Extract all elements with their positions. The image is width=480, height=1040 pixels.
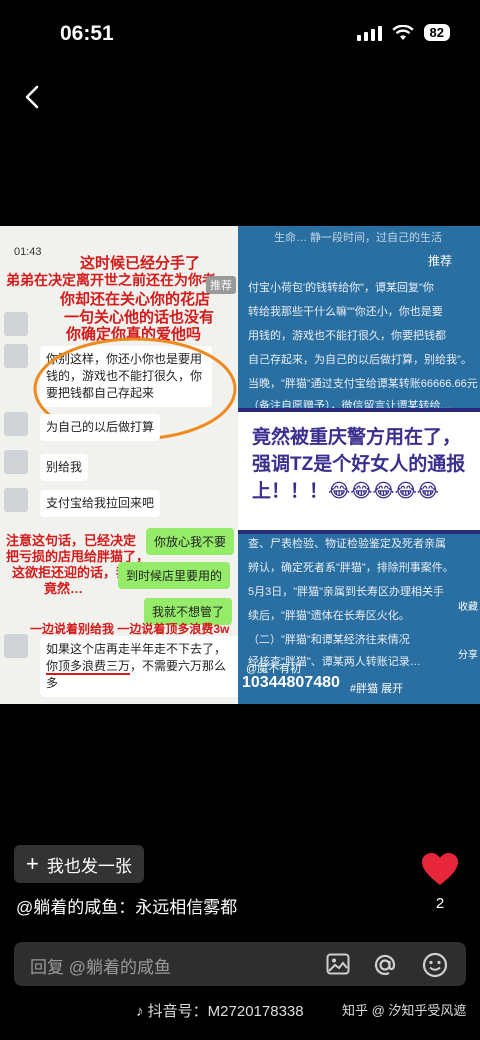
chat-message: 支付宝给我拉回来吧	[40, 490, 161, 517]
side-share-label: 分享	[458, 650, 478, 661]
status-bar: 06:51 82	[0, 0, 480, 70]
wifi-icon	[391, 24, 414, 40]
notice-line: 辨认，确定死者系"胖猫"，排除刑事案件。	[248, 562, 454, 574]
avatar	[4, 488, 28, 512]
notice-line: 转给我那些干什么嘛""你还小，你也是要	[248, 306, 443, 318]
image-icon[interactable]	[326, 953, 350, 975]
post-caption: @躺着的咸鱼：永远相信雾都	[16, 898, 238, 917]
hashtag: #胖猫 展开	[350, 683, 404, 695]
notice-line: 生命… 静一段时间，过自己的生活	[274, 232, 443, 244]
avatar	[4, 344, 28, 368]
annotation: 竟然…	[44, 581, 84, 596]
post-image[interactable]: 01:43 这时候已经分手了 弟弟在决定离开世之前还在为你考 推荐 你却还在关心…	[0, 226, 480, 704]
recommend-tag: 推荐	[428, 254, 453, 268]
notice-line: 当晚，"胖猫"通过支付宝给谭某转账66666.66元	[248, 378, 478, 390]
back-icon[interactable]	[18, 82, 48, 112]
banner-text: 竟然被重庆警方用在了，强调TZ是个好女人的通报上！！！😂😂😂😂😂	[252, 427, 466, 502]
emoji-icon[interactable]	[422, 952, 448, 978]
chat-message: 别给我	[40, 454, 89, 481]
chat-message-self: 到时候店里要用的	[118, 562, 231, 589]
chat-message: 如果这个店再走半年走不下去了，你顶多浪费三万，不需要六万那么多	[40, 636, 238, 697]
like-button[interactable]: 2	[420, 852, 460, 912]
reply-input[interactable]: 回复 @躺着的咸鱼	[14, 942, 466, 986]
avatar	[4, 412, 28, 436]
notice-line: 续后，"胖猫"遗体在长寿区火化。	[248, 610, 410, 622]
battery-icon: 82	[423, 24, 450, 41]
annotation: 弟弟在决定离开世之前还在为你考	[6, 272, 216, 288]
status-icons: 82	[356, 24, 450, 41]
highlight-banner: 竟然被重庆警方用在了，强调TZ是个好女人的通报上！！！😂😂😂😂😂	[238, 408, 480, 534]
like-count: 2	[435, 895, 445, 912]
chat-message: 为自己的以后做打算	[40, 414, 161, 441]
notice-line: 付宝小荷包'的钱转给你"，谭某回复"你	[248, 282, 434, 294]
notice-line: 查、尸表检验、物证检验鉴定及死者亲属	[248, 538, 446, 550]
zhihu-watermark: 知乎 @ 汐知乎受风遮	[342, 1003, 467, 1018]
douyin-logo-icon: ♪	[136, 1003, 144, 1020]
left-time: 01:43	[14, 246, 42, 258]
chat-message-self: 你放心我不要	[146, 528, 235, 555]
add-post-button[interactable]: + 我也发一张	[14, 845, 144, 883]
video-id: 10344807480	[242, 674, 340, 691]
avatar	[4, 634, 28, 658]
side-favorite-label: 收藏	[458, 602, 478, 613]
douyin-watermark: ♪ 抖音号：M2720178338	[136, 1003, 304, 1020]
cellular-signal-icon	[356, 25, 382, 41]
left-chat-screenshot: 01:43 这时候已经分手了 弟弟在决定离开世之前还在为你考 推荐 你却还在关心…	[0, 226, 238, 704]
right-notice-screenshot: 生命… 静一段时间，过自己的生活 推荐 付宝小荷包'的钱转给你"，谭某回复"你 …	[238, 226, 480, 704]
add-post-label: 我也发一张	[46, 856, 132, 876]
avatar	[4, 450, 28, 474]
side-like-count: 5	[460, 500, 467, 512]
notice-line: 自己存起来，为自己的以后做打算，别给我"。	[248, 354, 472, 366]
status-time: 06:51	[60, 22, 114, 45]
reply-placeholder: 回复 @躺着的咸鱼	[30, 958, 171, 977]
plus-icon: +	[26, 851, 39, 876]
notice-line: 用钱的，游戏也不能打很久，你要把钱都	[248, 330, 446, 342]
notice-line: 5月3日，"胖猫"亲属到长寿区办理相关手	[248, 586, 445, 598]
avatar	[4, 312, 28, 336]
notice-line: （二）"胖猫"和谭某经济往来情况	[248, 634, 410, 646]
heart-icon	[422, 853, 458, 885]
mention-icon[interactable]	[372, 952, 398, 978]
recommend-tag: 推荐	[206, 276, 236, 294]
annotation: 一边说着别给我 一边说着顶多浪费3w	[30, 622, 230, 636]
